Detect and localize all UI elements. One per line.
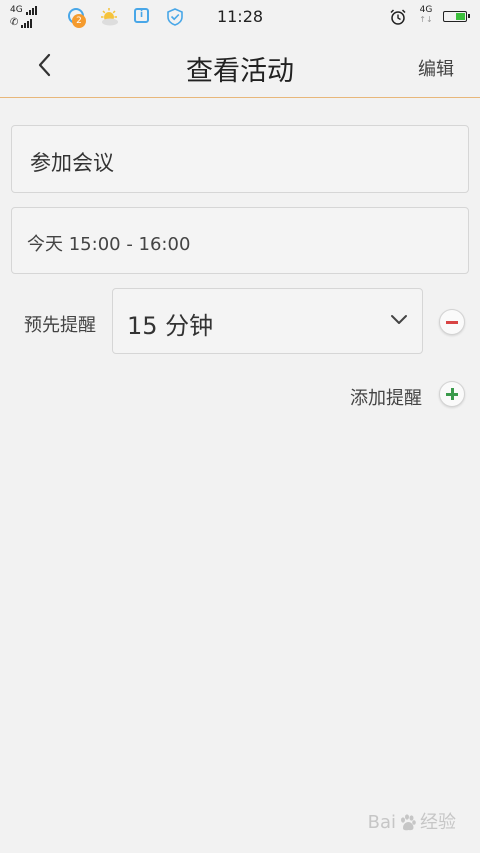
watermark-text-right: 经验 [420,812,456,833]
paw-logo-icon [401,814,416,831]
remove-reminder-button[interactable] [439,309,465,335]
battery-icon [443,11,470,22]
reminder-selected-value: 15 分钟 [127,312,214,340]
event-title-text: 参加会议 [30,151,114,175]
watermark-text-left: Bai [367,812,396,833]
mobile-data-indicator: 4G ↑↓ [418,5,434,25]
edit-button[interactable]: 编辑 [418,55,454,81]
status-bar: 4G ✆ 2 i 11:28 4G ↑↓ [0,0,480,34]
event-time-field[interactable]: 今天 15:00 - 16:00 [11,207,469,274]
title-bar: 查看活动 编辑 [0,34,480,98]
alarm-clock-icon [390,9,406,25]
reminder-label: 预先提醒 [24,315,96,336]
event-time-text: 今天 15:00 - 16:00 [27,234,191,255]
battery-level-fill [456,13,465,20]
mobile-data-label: 4G [419,5,433,15]
chevron-down-icon [391,315,407,324]
event-title-field[interactable]: 参加会议 [11,125,469,193]
add-reminder-button[interactable] [439,381,465,407]
status-clock: 11:28 [216,7,264,26]
reminder-time-dropdown[interactable]: 15 分钟 [112,288,423,354]
add-reminder-label[interactable]: 添加提醒 [350,384,422,410]
data-arrows-icon: ↑↓ [419,15,433,24]
baidu-jingyan-watermark: Bai 经验 [368,808,456,834]
page-title: 查看活动 [186,56,294,87]
